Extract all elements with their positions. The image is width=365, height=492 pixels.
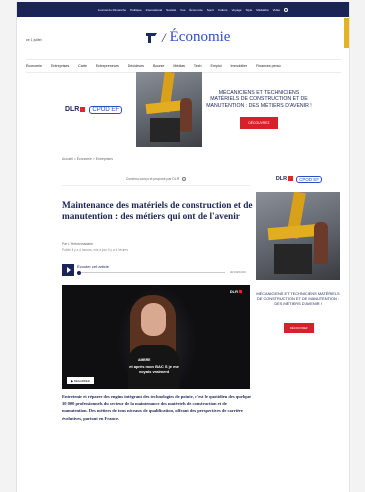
video-logo-text: DLR [229,289,238,294]
article-dates: Publié il y a 4 heures, mis à jour il y … [62,248,128,252]
banner-logos: DLR CPOD EF [51,72,136,147]
banner-text: MÉCANICIENS ET TECHNICIENS MATÉRIELS DE … [202,72,316,147]
banner-discover-button[interactable]: DÉCOUVREZ [240,116,278,129]
topnav-item[interactable]: Sport [207,8,214,12]
subnav-item[interactable]: Immobilier [231,64,248,68]
logo-section-name: Économie [169,29,231,45]
technician [180,98,192,132]
topnav-item[interactable]: Journal du Dimanche [98,8,126,12]
header-date: ce 1 juillet [26,38,42,42]
topnav-item[interactable]: Culture [218,8,228,12]
sidebar-discover-button[interactable]: DÉCOUVREZ [284,323,314,333]
sidebar-ad-headline: MÉCANICIENS ET TECHNICIENS MATÉRIELS DE … [256,291,340,306]
video-caption-text: et après mon BAC S je me voyais vraiment [129,364,179,374]
sidebar-technician [314,222,328,264]
sidebar-cpod-ef-logo: CPOD EF [296,175,323,183]
video-logo: DLR [230,289,242,294]
dlr-logo-text: DLR [64,106,80,113]
section-navigation: Économie Entreprises Carte Entrepreneurs… [26,59,341,73]
cpod-ef-logo: CPOD EF [89,105,123,114]
play-audio-button[interactable] [62,264,74,276]
video-player[interactable]: DLR AMBRE et après mon BAC S je me voyai… [62,285,250,389]
sponsor-text: Contenu conçu et proposé par DLR [125,177,180,181]
dlr-square-icon [80,106,86,112]
subnav-item[interactable]: Entreprises [51,64,69,68]
sidebar-dlr-logo-text: DLR [275,176,288,182]
subnav-item[interactable]: Décideurs [128,64,144,68]
topnav-item[interactable]: Médiathé [256,8,268,12]
sidebar-ad-logos: DLR CPOD EF [262,167,336,191]
topnav-item[interactable]: Voyage [232,8,242,12]
video-logo-square-icon [239,290,242,293]
topnav-item[interactable]: Vidéo [273,8,281,12]
article-author[interactable]: Par L'Hebdomadaire [62,242,93,246]
audio-label: Écouter cet article [77,264,110,269]
sidebar-ad-photo [256,192,340,280]
subnav-item[interactable]: Carte [78,64,87,68]
globe-icon[interactable] [284,7,289,12]
sidebar-ad[interactable]: MÉCANICIENS ET TECHNICIENS MATÉRIELS DE … [256,192,340,342]
sidebar-dlr-square-icon [288,176,294,182]
sidebar-machine-boom [267,223,321,241]
top-navigation: Journal du Dimanche Politique Internatio… [17,2,349,17]
topnav-item[interactable]: Vue [180,8,185,12]
top-banner-ad[interactable]: DLR CPOD EF MÉCANICIENS ET TECHNICIENS M… [51,72,316,147]
sidebar-machine-base [274,244,312,274]
subnav-item[interactable]: Médias [173,64,185,68]
audio-progress-track[interactable] [77,272,225,273]
subnav-item[interactable]: Économie [26,64,42,68]
article-lead: Entretenir et réparer des engins intégra… [62,394,252,421]
banner-photo [136,72,202,147]
article-title: Maintenance des matériels de constructio… [62,201,253,222]
dlr-logo: DLR [64,106,86,113]
banner-headline: MÉCANICIENS ET TECHNICIENS MATÉRIELS DE … [206,90,312,109]
watch-video-button[interactable]: REGARDER [67,377,94,384]
video-caption-name: AMBRE [138,358,151,362]
audio-time: 00:00/04:00 [230,270,246,274]
info-icon[interactable] [182,177,187,182]
page: Journal du Dimanche Politique Internatio… [16,2,350,492]
subnav-item[interactable]: Finances perso [256,64,281,68]
topnav-item[interactable]: Style [246,8,253,12]
audio-scrubber-handle[interactable] [77,270,81,275]
topnav-item[interactable]: Économie [189,8,202,12]
sponsor-note: Contenu conçu et proposé par DLR [62,177,250,187]
topnav-item[interactable]: International [146,8,163,12]
subnav-item[interactable]: Emploi [211,64,222,68]
subnav-item[interactable]: Bourse [153,64,164,68]
header: ce 1 juillet / Économie [17,17,349,55]
subnav-item[interactable]: Entrepreneurs [96,64,119,68]
breadcrumb[interactable]: Accueil > Économie > Entreprises [62,157,113,161]
topnav-item[interactable]: Politique [130,8,142,12]
logo-separator: / [162,29,166,45]
logo-mark-icon [146,33,157,43]
speaker-face [141,303,166,336]
machine-base [150,118,180,142]
topnav-item[interactable]: Société [166,8,176,12]
site-logo[interactable]: / Économie [145,29,230,46]
subnav-item[interactable]: Tech [194,64,202,68]
audio-player: Écouter cet article 00:00/04:00 [62,264,250,278]
sidebar-dlr-logo: DLR [275,176,294,182]
